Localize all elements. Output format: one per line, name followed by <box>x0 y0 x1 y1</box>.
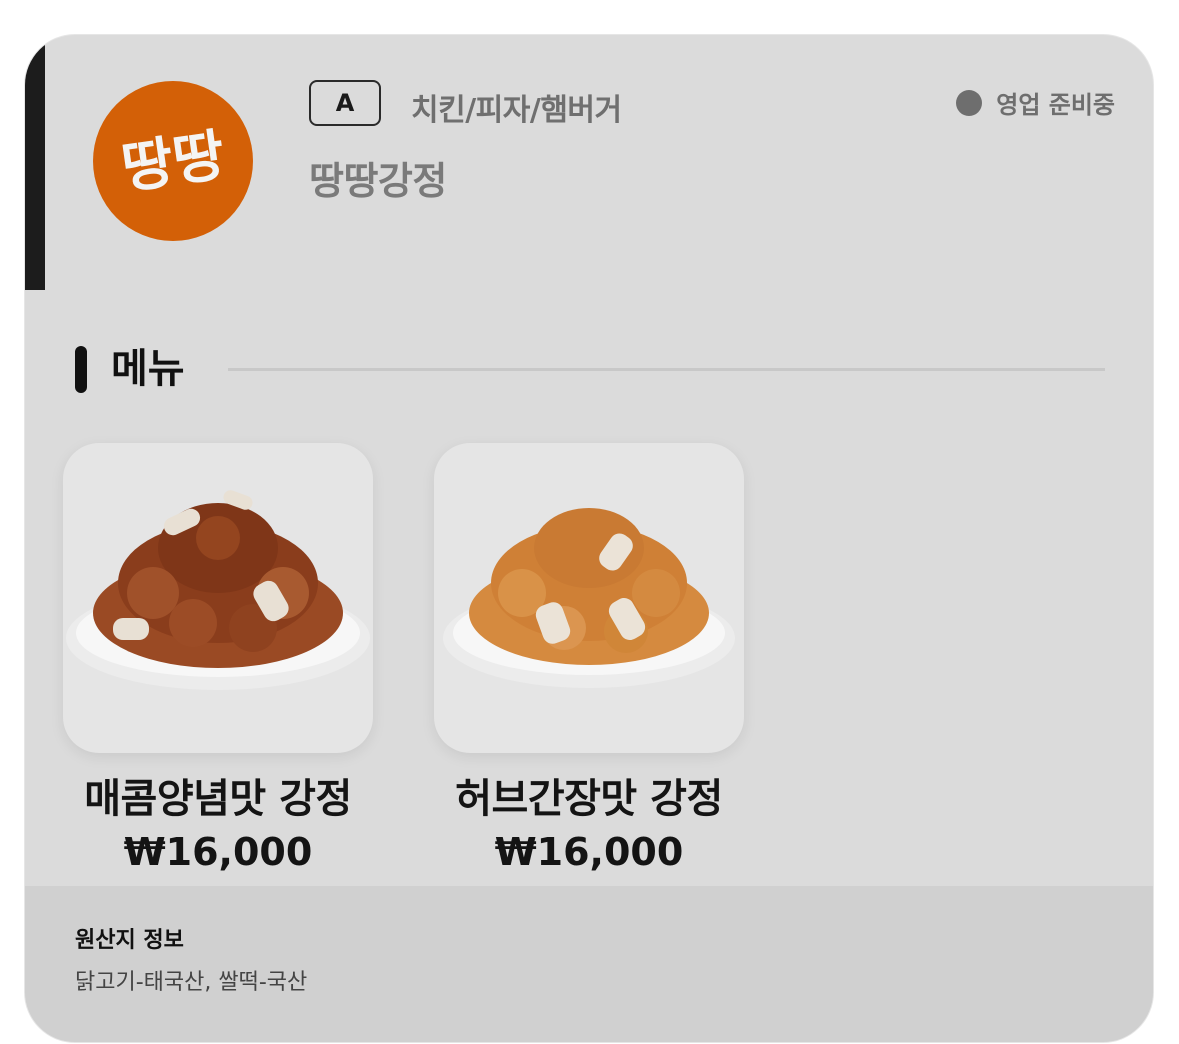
section-divider <box>228 368 1105 371</box>
store-card[interactable]: 땅땅 A 치킨/피자/햄버거 땅땅강정 영업 준비중 메뉴 매콤양념맛 강정 ₩… <box>25 35 1153 1042</box>
menu-item-price: ₩16,000 <box>494 830 684 874</box>
status-indicator: 영업 준비중 <box>956 85 1115 120</box>
store-category: 치킨/피자/햄버거 <box>411 93 622 128</box>
menu-item-herb[interactable]: 허브간장맛 강정 ₩16,000 <box>424 443 754 877</box>
accent-bar <box>25 43 45 290</box>
grade-badge: A <box>309 80 381 126</box>
status-dot-icon <box>956 89 983 116</box>
spicy-gangjeong-image <box>66 490 370 690</box>
status-label: 영업 준비중 <box>996 91 1115 119</box>
origin-text: 닭고기-태국산, 쌀떡-국산 <box>75 970 308 995</box>
menu-item-image[interactable] <box>434 443 744 753</box>
store-name: 땅땅강정 <box>309 159 447 203</box>
herb-soy-gangjeong-image <box>443 508 735 688</box>
section-title: 메뉴 <box>111 346 185 392</box>
menu-item-price: ₩16,000 <box>123 830 313 874</box>
logo-text: 땅땅 <box>118 123 229 202</box>
menu-item-name: 허브간장맛 강정 <box>455 776 723 822</box>
origin-info: 원산지 정보 닭고기-태국산, 쌀떡-국산 <box>25 886 1153 1042</box>
menu-section-header: 메뉴 <box>75 346 1105 394</box>
store-logo: 땅땅 <box>93 81 253 241</box>
menu-item-spicy[interactable]: 매콤양념맛 강정 ₩16,000 <box>53 443 383 877</box>
menu-item-image[interactable] <box>63 443 373 753</box>
menu-item-name: 매콤양념맛 강정 <box>84 776 352 822</box>
origin-title: 원산지 정보 <box>75 928 184 953</box>
section-marker <box>75 346 87 393</box>
